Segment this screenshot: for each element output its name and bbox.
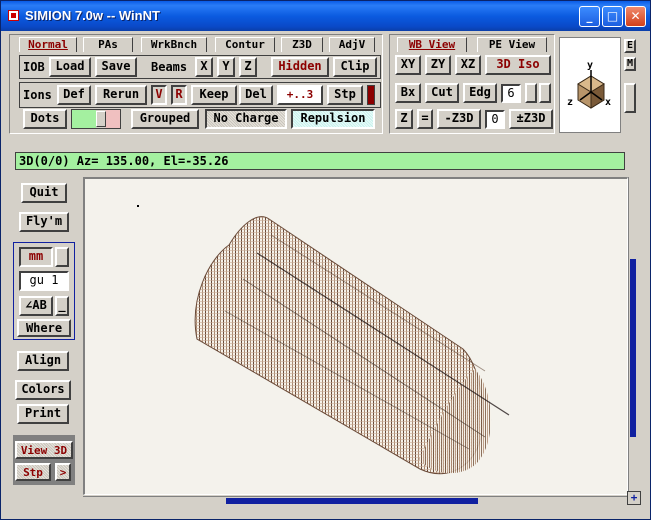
- axis-y-label: y: [587, 60, 594, 71]
- client-area: Normal PAs WrkBnch Contur Z3D AdjV IOB L…: [5, 31, 647, 517]
- dots-button[interactable]: Dots: [23, 109, 67, 129]
- z3d-value-field[interactable]: 0: [485, 110, 505, 129]
- where-button[interactable]: Where: [17, 319, 71, 337]
- view-3d-iso-button[interactable]: 3D Iso: [485, 55, 551, 75]
- vertical-scroll-thumb[interactable]: [630, 259, 636, 437]
- no-charge-button[interactable]: No Charge: [205, 109, 287, 129]
- view-zy-button[interactable]: ZY: [425, 55, 451, 75]
- beam-z-button[interactable]: Z: [239, 57, 257, 77]
- dots-slider-thumb[interactable]: [96, 111, 106, 127]
- angle-sub-button[interactable]: _: [55, 296, 69, 316]
- z-button[interactable]: Z: [395, 109, 413, 129]
- flym-button[interactable]: Fly'm: [19, 212, 69, 232]
- vertical-scrollbar[interactable]: [628, 177, 636, 495]
- edg-spin-down[interactable]: [539, 83, 551, 103]
- orientation-widget[interactable]: y z x: [559, 37, 621, 133]
- quit-button[interactable]: Quit: [21, 183, 67, 203]
- tab-wrkbnch[interactable]: WrkBnch: [141, 37, 207, 52]
- title-bar[interactable]: SIMION 7.0w -- WinNT _ □ ✕: [1, 1, 650, 31]
- cylinder-electrode-render: [137, 205, 510, 475]
- maximize-button[interactable]: □: [602, 6, 623, 27]
- view-status-bar: 3D(0/0) Az= 135.00, El=-35.26: [15, 152, 625, 170]
- tab-pas[interactable]: PAs: [83, 37, 133, 52]
- units-mm-toggle[interactable]: mm: [19, 247, 53, 267]
- edg-value-field[interactable]: 6: [501, 84, 521, 103]
- del-button[interactable]: Del: [239, 85, 273, 105]
- view-xz-button[interactable]: XZ: [455, 55, 481, 75]
- units-spin[interactable]: [55, 247, 69, 267]
- cut-button[interactable]: Cut: [425, 83, 459, 103]
- stp-button[interactable]: Stp: [327, 85, 363, 105]
- hidden-button[interactable]: Hidden: [271, 57, 329, 77]
- grid-unit-field[interactable]: gu 1: [19, 271, 69, 291]
- main-window: SIMION 7.0w -- WinNT _ □ ✕ Normal PAs Wr…: [0, 0, 651, 520]
- axis-z-label: z: [567, 97, 574, 108]
- colors-button[interactable]: Colors: [15, 380, 71, 400]
- view-xy-button[interactable]: XY: [395, 55, 421, 75]
- beams-label: Beams: [151, 60, 188, 74]
- save-button[interactable]: Save: [95, 57, 137, 77]
- minus-z3d-button[interactable]: -Z3D: [437, 109, 481, 129]
- scroll-corner-button[interactable]: +: [627, 491, 641, 505]
- axis-x-label: x: [605, 97, 612, 108]
- iob-label: IOB: [23, 60, 45, 74]
- keep-button[interactable]: Keep: [191, 85, 237, 105]
- beam-y-button[interactable]: Y: [217, 57, 235, 77]
- edg-button[interactable]: Edg: [463, 83, 497, 103]
- load-button[interactable]: Load: [49, 57, 91, 77]
- close-button[interactable]: ✕: [625, 6, 646, 27]
- clip-button[interactable]: Clip: [333, 57, 377, 77]
- window-title: SIMION 7.0w -- WinNT: [25, 8, 160, 23]
- horizontal-scrollbar[interactable]: [83, 496, 628, 504]
- align-button[interactable]: Align: [17, 351, 69, 371]
- time-step-field[interactable]: +..3: [277, 85, 323, 105]
- tab-contur[interactable]: Contur: [215, 37, 275, 52]
- angle-ab-button[interactable]: ∠AB: [19, 296, 53, 316]
- tab-z3d[interactable]: Z3D: [281, 37, 323, 52]
- potential-array-viewport[interactable]: [83, 177, 628, 495]
- tab-normal[interactable]: Normal: [19, 37, 77, 52]
- m-side-button[interactable]: M: [624, 57, 636, 71]
- rerun-button[interactable]: Rerun: [95, 85, 147, 105]
- def-button[interactable]: Def: [57, 85, 91, 105]
- r-toggle[interactable]: R: [171, 85, 187, 105]
- print-button[interactable]: Print: [17, 404, 69, 424]
- tab-wb-view[interactable]: WB View: [397, 37, 467, 52]
- orientation-cube-icon: [577, 70, 605, 109]
- beam-x-button[interactable]: X: [195, 57, 213, 77]
- minimize-button[interactable]: _: [579, 6, 600, 27]
- view-stp-button[interactable]: Stp: [15, 463, 51, 481]
- equals-button[interactable]: =: [417, 109, 433, 129]
- dots-slider[interactable]: [71, 109, 121, 129]
- side-scroll-button[interactable]: [624, 83, 636, 113]
- e-side-button[interactable]: E: [624, 39, 636, 53]
- tab-adjv[interactable]: AdjV: [329, 37, 375, 52]
- tab-pe-view[interactable]: PE View: [477, 37, 547, 52]
- horizontal-scroll-thumb[interactable]: [226, 498, 478, 504]
- repulsion-button[interactable]: Repulsion: [291, 109, 375, 129]
- ions-label: Ions: [23, 88, 52, 102]
- edg-spin-up[interactable]: [525, 83, 537, 103]
- v-toggle[interactable]: V: [151, 85, 167, 105]
- view-next-button[interactable]: >: [55, 463, 71, 481]
- grouped-button[interactable]: Grouped: [131, 109, 199, 129]
- stp-indicator: [367, 85, 375, 105]
- bx-button[interactable]: Bx: [395, 83, 421, 103]
- app-icon[interactable]: [8, 10, 19, 21]
- view-3d-button[interactable]: View 3D: [15, 441, 73, 459]
- plusminus-z3d-button[interactable]: ±Z3D: [509, 109, 553, 129]
